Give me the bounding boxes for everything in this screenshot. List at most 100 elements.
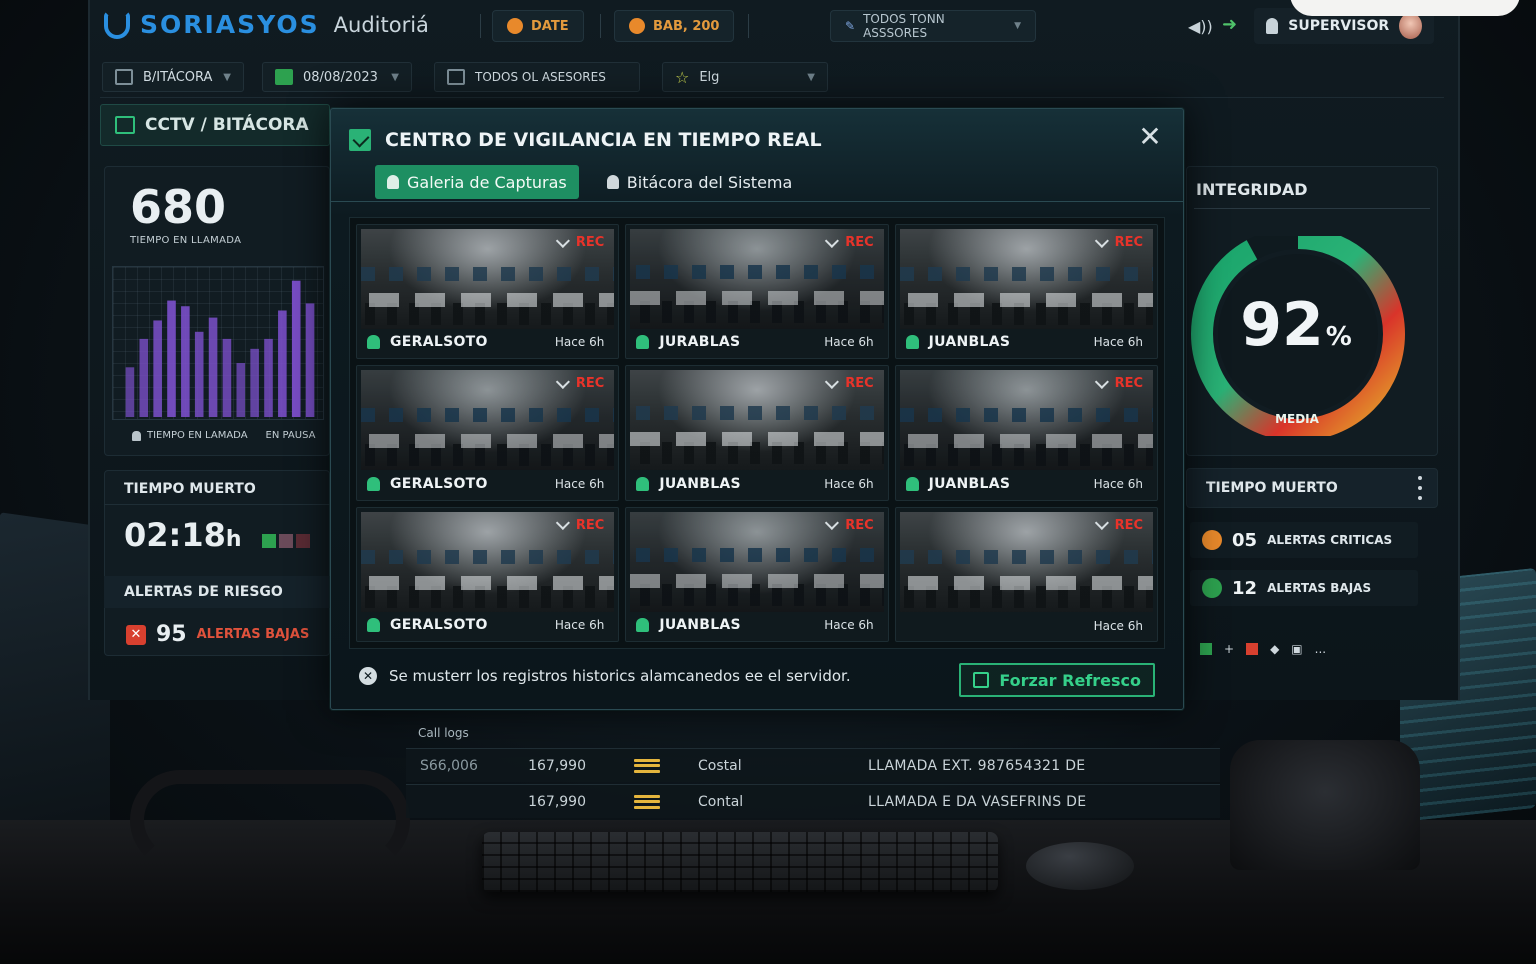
forward-arrow-icon[interactable]: ➜: [1222, 14, 1237, 35]
app-topbar: SORIASYOS Auditoriá DATE BAB, 200 ✎ TODO…: [0, 0, 1536, 52]
app-logo[interactable]: SORIASYOS Auditoriá: [104, 10, 429, 39]
divider: [600, 14, 601, 38]
chart-bar: [222, 338, 232, 417]
close-icon[interactable]: ✕: [1137, 123, 1163, 151]
integrity-title: INTEGRIDAD: [1196, 180, 1308, 199]
plus-icon[interactable]: +: [1224, 642, 1234, 656]
footer-note-text: Se musterr los registros historics alamc…: [389, 667, 851, 685]
calendar-icon: [275, 69, 293, 85]
refresh-icon: [973, 672, 990, 688]
rec-label: REC: [575, 235, 605, 250]
chart-bar: [250, 348, 259, 417]
agent-name: JUANBLAS: [928, 334, 1011, 351]
chart-bar: [305, 303, 315, 417]
integrity-level: MEDIA: [1275, 412, 1319, 426]
diamond-icon[interactable]: ◆: [1270, 642, 1279, 656]
modal-footer-note: ✕ Se musterr los registros historics ala…: [359, 667, 851, 685]
integrity-unit: %: [1325, 322, 1352, 352]
chart-bar: [125, 367, 135, 417]
legend-pause-label: EN PAUSA: [265, 430, 316, 441]
capture-card[interactable]: REC JUANBLAS Hace 6h: [625, 506, 889, 642]
speaker-icon[interactable]: ◀)): [1188, 17, 1213, 36]
capture-card[interactable]: REC JUANBLAS Hace 6h: [625, 365, 889, 501]
module-name: Auditoriá: [333, 12, 429, 37]
star-icon: ☆: [675, 67, 690, 87]
force-refresh-button[interactable]: Forzar Refresco: [959, 663, 1155, 697]
agent-icon: [367, 335, 380, 350]
green-square-icon[interactable]: [1200, 643, 1212, 655]
capture-card[interactable]: REC GERALSOTO Hace 6h: [356, 365, 620, 501]
asesores-dropdown[interactable]: ✎ TODOS TONN ASSSORES ▼: [830, 10, 1036, 42]
metric-value: 680: [130, 180, 227, 234]
low-alerts-row[interactable]: 12 ALERTAS BAJAS: [1190, 570, 1418, 606]
capture-card[interactable]: REC GERALSOTO Hace 6h: [356, 506, 620, 642]
refresh-button-label: Forzar Refresco: [999, 670, 1141, 690]
tab-bitacora-sistema[interactable]: Bitácora del Sistema: [595, 165, 805, 199]
rec-label: REC: [575, 376, 605, 392]
date-pill[interactable]: DATE: [492, 10, 584, 42]
keyboard-prop: [482, 832, 998, 892]
capture-card[interactable]: REC JURABLAS Hace 6h: [625, 224, 889, 360]
star-filter[interactable]: ☆ Elg ▼: [662, 62, 828, 92]
table-row[interactable]: 167,990 Contal LLAMADA E DA VASEFRINS DE: [406, 784, 1220, 818]
date-filter[interactable]: 08/08/2023 ▼: [262, 62, 412, 92]
user-icon: [1266, 18, 1279, 34]
critical-alerts-row[interactable]: 05 ALERTAS CRITICAS: [1190, 522, 1418, 558]
more-menu-icon[interactable]: [1414, 476, 1426, 500]
divider: [104, 504, 330, 505]
agent-name: JUANBLAS: [659, 475, 741, 492]
chart-bar: [208, 317, 218, 417]
divider: [480, 14, 481, 38]
user-role-label: SUPERVISOR: [1288, 18, 1390, 34]
screen-glare: [1290, 0, 1520, 16]
brand-name: SORIASYOS: [140, 10, 320, 39]
bitacora-filter[interactable]: B/ITÁCORA ▼: [102, 62, 244, 92]
capture-footer: JUANBLAS Hace 6h: [905, 334, 1143, 351]
chart-bar: [236, 363, 246, 417]
red-square-icon[interactable]: [1246, 643, 1259, 655]
more-label[interactable]: ...: [1315, 642, 1326, 656]
rec-label: REC: [1114, 517, 1143, 533]
rec-label: REC: [845, 517, 874, 533]
dead-time-unit: h: [225, 527, 242, 552]
cell-menu[interactable]: [602, 794, 692, 809]
surveillance-modal: CENTRO DE VIGILANCIA EN TIEMPO REAL ✕ Ga…: [330, 108, 1184, 710]
asesores-filter[interactable]: TODOS OL ASESORES: [434, 62, 640, 92]
capture-time: Hace 6h: [1093, 335, 1143, 350]
status-icon: [629, 18, 645, 34]
bar-chart-svg: [125, 280, 315, 417]
risk-label: ALERTAS BAJAS: [196, 627, 310, 642]
status-pill-label: BAB, 200: [653, 18, 720, 34]
monitor-icon[interactable]: ▣: [1291, 642, 1302, 656]
shield-icon: [387, 175, 399, 189]
capture-footer: GERALSOTO Hace 6h: [367, 617, 604, 633]
capture-footer: JURABLAS Hace 6h: [636, 334, 874, 350]
cctv-check-icon: [349, 129, 371, 151]
avatar[interactable]: [1399, 13, 1422, 39]
clock-icon: [507, 18, 523, 34]
tab-galeria[interactable]: Galeria de Capturas: [375, 165, 579, 199]
cell-menu[interactable]: [602, 758, 692, 773]
status-pill[interactable]: BAB, 200: [614, 10, 735, 42]
swatch-mauve: [279, 534, 293, 548]
risk-title: ALERTAS DE RIESGO: [124, 584, 283, 600]
dead-time-number: 02:18: [124, 516, 226, 554]
tab-galeria-label: Galeria de Capturas: [407, 172, 567, 192]
ok-icon: [1202, 578, 1222, 598]
menu-lines-icon: [634, 794, 660, 809]
capture-time: Hace 6h: [554, 335, 605, 350]
cctv-icon: [115, 116, 135, 134]
desk-phone-prop: [1230, 740, 1420, 870]
tab-cctv-bitacora[interactable]: CCTV / BITÁCORA: [100, 104, 330, 146]
cell-detail: LLAMADA EXT. 987654321 DE: [868, 757, 1086, 774]
capture-card[interactable]: REC JUANBLAS Hace 6h: [894, 365, 1158, 501]
rec-badge: REC: [825, 233, 874, 250]
risk-alert-row[interactable]: ✕ 95 ALERTAS BAJAS: [126, 622, 309, 647]
capture-card[interactable]: REC GERALSOTO Hace 6h: [356, 224, 620, 360]
low-count: 12: [1232, 577, 1258, 599]
capture-card[interactable]: REC JUANBLAS Hace 6h: [894, 224, 1158, 360]
critical-count: 05: [1232, 529, 1258, 551]
table-row[interactable]: S66,006 167,990 Costal LLAMADA EXT. 9876…: [406, 748, 1220, 782]
chevron-down-icon: ▼: [223, 71, 231, 83]
capture-card[interactable]: REC Hace 6h: [894, 506, 1158, 642]
